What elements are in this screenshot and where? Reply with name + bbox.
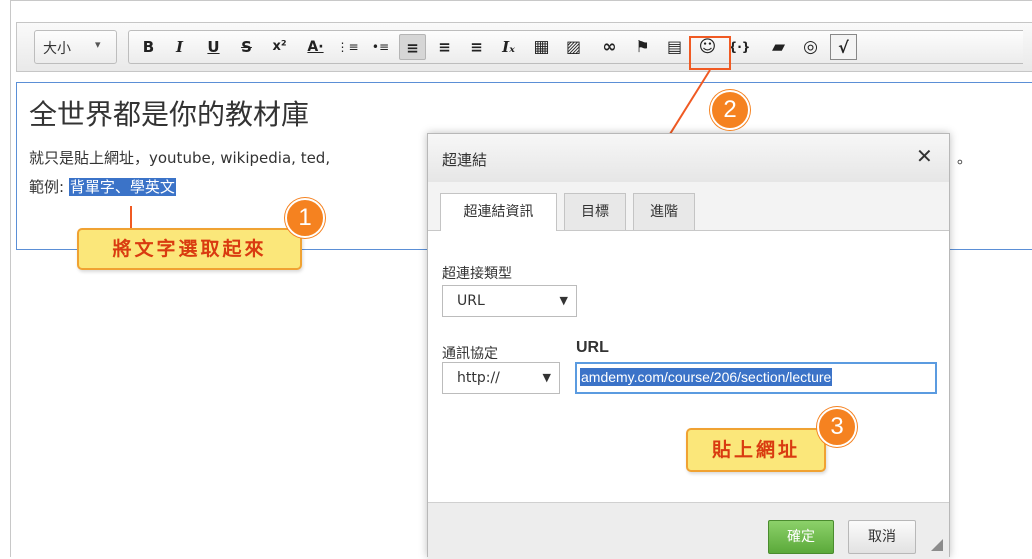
dialog-footer: 確定 取消 — [428, 502, 949, 559]
dialog-title: 超連結 — [442, 151, 488, 169]
font-size-label: 大小 — [43, 41, 71, 57]
step1-badge: 1 — [285, 198, 325, 238]
image-button[interactable]: ▨ — [560, 34, 587, 60]
link-button[interactable]: ∞ — [596, 34, 623, 60]
tab-target[interactable]: 目標 — [564, 193, 626, 230]
selected-text[interactable]: 背單字、學英文 — [68, 178, 176, 196]
dialog-header[interactable]: 超連結 ✕ — [428, 134, 949, 183]
font-size-dropdown[interactable]: 大小 ▾ — [34, 30, 117, 64]
font-color-button[interactable]: A· — [302, 34, 329, 60]
content-heading: 全世界都是你的教材庫 — [29, 98, 310, 131]
link-type-value: URL — [457, 293, 485, 309]
math-button[interactable]: √ — [830, 34, 857, 60]
file-browser-button[interactable]: ▰ — [765, 34, 792, 60]
hyperlink-dialog: 超連結 ✕ 超連結資訊 目標 進階 超連接類型 URL ▼ 通訊協定 http:… — [427, 133, 950, 559]
bold-button[interactable]: B — [135, 34, 162, 60]
superscript-button[interactable]: x² — [266, 34, 293, 60]
underline-button[interactable]: U — [200, 34, 227, 60]
example-prefix: 範例: — [29, 178, 69, 196]
editor-toolbar: 大小 ▾ B I U S x² A· ⋮≡ •≡ ≡ ≡ ≡ Iₓ ▦ ▨ ∞ … — [16, 22, 1032, 72]
chevron-down-icon: ▾ — [95, 38, 101, 51]
templates-button[interactable]: ▤ — [661, 34, 688, 60]
anchor-button[interactable]: ⚑ — [629, 34, 656, 60]
format-button-group: B I U S x² A· ⋮≡ •≡ ≡ ≡ ≡ Iₓ ▦ ▨ ∞ ⚑ ▤ ☺… — [128, 30, 1023, 64]
table-button[interactable]: ▦ — [528, 34, 555, 60]
dropdown-arrow-icon: ▼ — [559, 294, 568, 307]
strikethrough-button[interactable]: S — [233, 34, 260, 60]
step1-callout: 將文字選取起來 — [77, 228, 302, 270]
bulleted-list-button[interactable]: •≡ — [367, 34, 394, 60]
align-left-button[interactable]: ≡ — [399, 34, 426, 60]
content-paragraph: 就只是貼上網址，youtube, wikipedia, ted, — [29, 149, 331, 167]
resize-grip-icon[interactable] — [931, 539, 943, 551]
dropdown-arrow-icon: ▼ — [542, 371, 551, 384]
step3-badge: 3 — [817, 407, 857, 447]
link-type-select[interactable]: URL ▼ — [442, 285, 577, 317]
tab-link-info[interactable]: 超連結資訊 — [440, 193, 557, 231]
url-label: URL — [576, 339, 609, 356]
ok-button[interactable]: 確定 — [768, 520, 834, 554]
example-line: 範例: 背單字、學英文 — [29, 176, 176, 197]
step3-callout: 貼上網址 — [686, 428, 826, 472]
protocol-value: http:// — [457, 370, 500, 386]
protocol-select[interactable]: http:// ▼ — [442, 362, 560, 394]
language-button[interactable]: ◎ — [797, 34, 824, 60]
dialog-tabs: 超連結資訊 目標 進階 — [428, 182, 949, 231]
link-button-highlight — [689, 36, 731, 70]
italic-button[interactable]: I — [166, 34, 193, 60]
close-icon[interactable]: ✕ — [916, 144, 933, 168]
protocol-label: 通訊協定 — [442, 346, 498, 362]
content-paragraph-end: 。 — [957, 149, 973, 167]
cancel-button[interactable]: 取消 — [848, 520, 916, 554]
url-value: amdemy.com/course/206/section/lecture — [580, 368, 833, 386]
align-center-button[interactable]: ≡ — [431, 34, 458, 60]
numbered-list-button[interactable]: ⋮≡ — [334, 34, 361, 60]
align-right-button[interactable]: ≡ — [463, 34, 490, 60]
url-input[interactable]: amdemy.com/course/206/section/lecture — [575, 362, 937, 394]
step2-badge: 2 — [710, 90, 750, 130]
remove-format-button[interactable]: Iₓ — [495, 34, 522, 60]
link-type-label: 超連接類型 — [442, 266, 512, 282]
tab-advanced[interactable]: 進階 — [633, 193, 695, 230]
